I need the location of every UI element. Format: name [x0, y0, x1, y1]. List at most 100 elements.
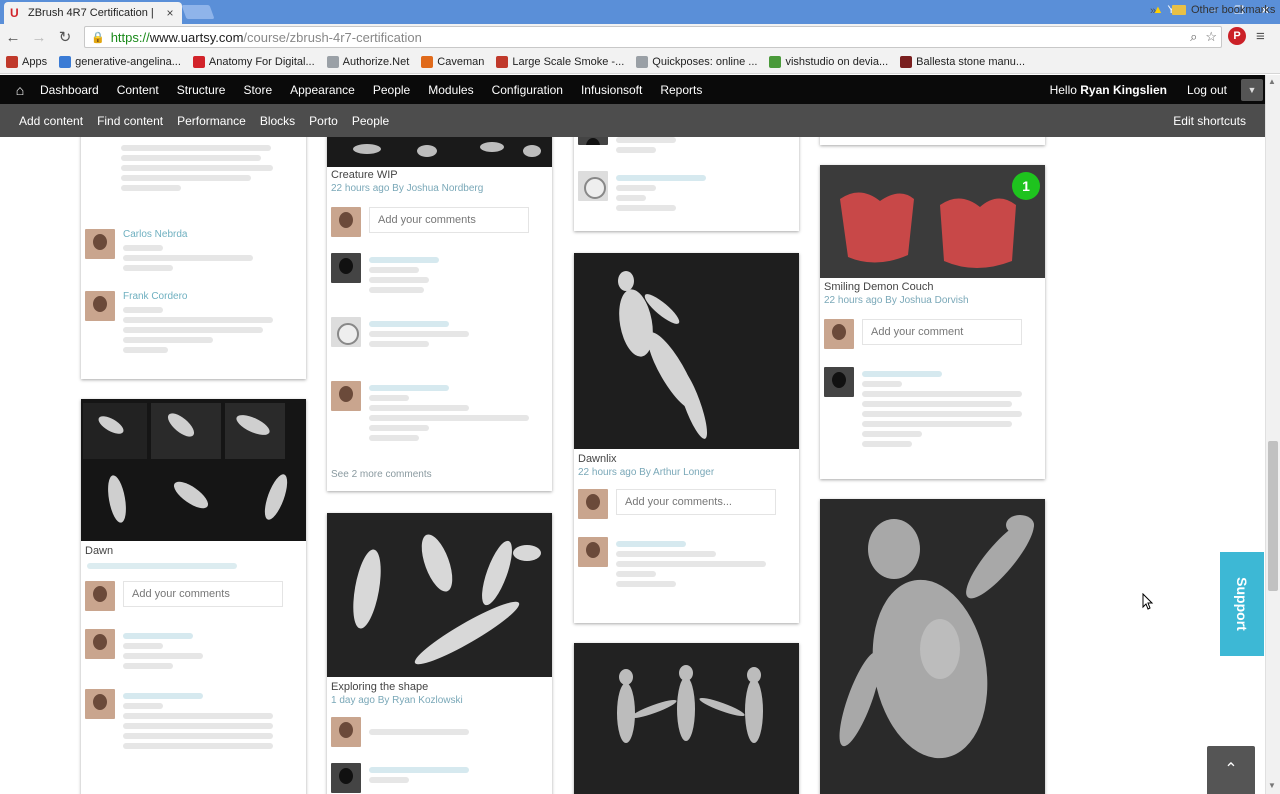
- avatar[interactable]: [578, 537, 608, 567]
- gallery-card: [574, 643, 799, 794]
- mouse-cursor-icon: [1142, 593, 1154, 610]
- tab-close-icon[interactable]: ×: [164, 6, 176, 20]
- bookmark-favicon-icon: [59, 55, 72, 68]
- artwork-title[interactable]: Creature WIP: [331, 169, 398, 181]
- bookmark-favicon-icon: [636, 55, 649, 68]
- artwork-title[interactable]: Exploring the shape: [331, 681, 428, 693]
- bookmark-item[interactable]: Ballesta stone manu...: [900, 55, 1025, 68]
- artwork-thumbnail[interactable]: [327, 137, 552, 167]
- avatar[interactable]: [578, 171, 608, 201]
- comment: Frank Cordero: [85, 291, 295, 353]
- gallery-card: Dawnlix 22 hours ago By Arthur Longer Ad…: [574, 253, 799, 623]
- add-comment-input[interactable]: Add your comment: [862, 319, 1022, 345]
- shortcut-blocks[interactable]: Blocks: [260, 114, 295, 128]
- avatar[interactable]: [824, 367, 854, 397]
- bookmark-item[interactable]: Authorize.Net: [326, 55, 409, 68]
- bookmark-item[interactable]: generative-angelina...: [59, 55, 181, 68]
- avatar[interactable]: [578, 137, 608, 145]
- shortcut-performance[interactable]: Performance: [177, 114, 246, 128]
- shortcut-people[interactable]: People: [352, 114, 389, 128]
- gallery-card: Carlos Nebrda Frank Cordero: [81, 137, 306, 379]
- chrome-menu-icon[interactable]: ≡: [1256, 28, 1265, 45]
- bookmark-item[interactable]: vishstudio on devia...: [769, 55, 888, 68]
- toolbar-toggle-icon[interactable]: ▼: [1241, 78, 1263, 101]
- comment-author[interactable]: Frank Cordero: [123, 291, 187, 302]
- artwork-title[interactable]: Smiling Demon Couch: [824, 281, 933, 293]
- bookmark-item[interactable]: Large Scale Smoke -...: [496, 55, 625, 68]
- avatar[interactable]: [331, 763, 361, 793]
- artwork-thumbnail[interactable]: [574, 253, 799, 449]
- avatar[interactable]: [85, 629, 115, 659]
- artwork-title[interactable]: Dawnlix: [578, 453, 617, 465]
- logout-link[interactable]: Log out: [1187, 83, 1227, 97]
- artwork-meta: 1 day ago By Ryan Kozlowski: [331, 695, 463, 706]
- comment: [331, 381, 541, 441]
- browser-tab[interactable]: U ZBrush 4R7 Certification | ×: [4, 2, 182, 24]
- scroll-down-icon[interactable]: ▼: [1268, 781, 1276, 790]
- page-scrollbar[interactable]: ▲ ▼: [1265, 75, 1280, 794]
- avatar[interactable]: [331, 381, 361, 411]
- zoom-icon[interactable]: ⌕: [1190, 29, 1197, 45]
- see-more-comments-link[interactable]: See 2 more comments: [331, 469, 432, 480]
- artwork-thumbnail[interactable]: [820, 499, 1045, 794]
- avatar[interactable]: [85, 689, 115, 719]
- comment: [824, 367, 1034, 447]
- admin-menu-store[interactable]: Store: [243, 83, 272, 97]
- bookmark-item[interactable]: Quickposes: online ...: [636, 55, 758, 68]
- bookmark-star-icon[interactable]: ☆: [1205, 29, 1217, 45]
- bookmark-item[interactable]: Caveman: [421, 55, 485, 68]
- add-comment-input[interactable]: Add your comments: [123, 581, 283, 607]
- bookmark-label: Large Scale Smoke -...: [512, 55, 625, 68]
- artwork-title[interactable]: Dawn: [85, 545, 113, 557]
- avatar[interactable]: [85, 229, 115, 259]
- forward-icon[interactable]: →: [26, 29, 52, 46]
- admin-menu-dashboard[interactable]: Dashboard: [40, 83, 99, 97]
- admin-menu-structure[interactable]: Structure: [177, 83, 226, 97]
- bookmark-item[interactable]: Anatomy For Digital...: [192, 55, 315, 68]
- admin-menu-configuration[interactable]: Configuration: [492, 83, 563, 97]
- shortcut-add-content[interactable]: Add content: [19, 114, 83, 128]
- new-tab-button[interactable]: [181, 5, 215, 19]
- add-comment-input[interactable]: Add your comments: [369, 207, 529, 233]
- avatar[interactable]: [331, 317, 361, 347]
- reload-icon[interactable]: ↻: [52, 28, 78, 46]
- avatar: [331, 717, 361, 747]
- bookmark-label: Quickposes: online ...: [652, 55, 758, 68]
- avatar: [824, 319, 854, 349]
- notification-badge: 1: [1012, 172, 1040, 200]
- admin-menu-appearance[interactable]: Appearance: [290, 83, 355, 97]
- scroll-up-icon[interactable]: ▲: [1268, 77, 1276, 86]
- artwork-thumbnail[interactable]: [574, 643, 799, 794]
- avatar: [331, 207, 361, 237]
- scrollbar-thumb[interactable]: [1268, 441, 1278, 591]
- bookmark-label: Caveman: [437, 55, 485, 68]
- bookmark-item[interactable]: Apps: [6, 55, 47, 68]
- other-bookmarks[interactable]: Other bookmarks: [1172, 4, 1275, 16]
- admin-menu-content[interactable]: Content: [117, 83, 159, 97]
- comment-input-row: Add your comment: [824, 319, 1034, 355]
- artwork-thumbnail[interactable]: 1: [820, 165, 1045, 278]
- admin-menu-infusionsoft[interactable]: Infusionsoft: [581, 83, 642, 97]
- add-comment-input[interactable]: Add your comments...: [616, 489, 776, 515]
- shortcut-porto[interactable]: Porto: [309, 114, 338, 128]
- admin-menu-modules[interactable]: Modules: [428, 83, 473, 97]
- artwork-thumbnail[interactable]: [327, 513, 552, 677]
- pinterest-icon[interactable]: P: [1228, 27, 1246, 45]
- comment: [578, 171, 788, 211]
- avatar[interactable]: [331, 253, 361, 283]
- tab-title: ZBrush 4R7 Certification |: [28, 7, 154, 19]
- home-icon[interactable]: ⌂: [0, 82, 40, 98]
- edit-shortcuts-link[interactable]: Edit shortcuts: [1173, 114, 1246, 128]
- user-name[interactable]: Ryan Kingslien: [1080, 83, 1167, 97]
- admin-menu-people[interactable]: People: [373, 83, 410, 97]
- avatar[interactable]: [85, 291, 115, 321]
- back-icon[interactable]: ←: [0, 29, 26, 46]
- address-bar[interactable]: 🔒 https://www.uartsy.com/course/zbrush-4…: [84, 26, 1222, 48]
- artwork-thumbnail[interactable]: [81, 399, 306, 541]
- back-to-top-button[interactable]: ⌃: [1207, 746, 1255, 794]
- support-button[interactable]: Support: [1220, 552, 1264, 656]
- shortcut-find-content[interactable]: Find content: [97, 114, 163, 128]
- bookmarks-more-icon[interactable]: »: [1150, 5, 1156, 17]
- admin-menu-reports[interactable]: Reports: [660, 83, 702, 97]
- comment-author[interactable]: Carlos Nebrda: [123, 229, 187, 240]
